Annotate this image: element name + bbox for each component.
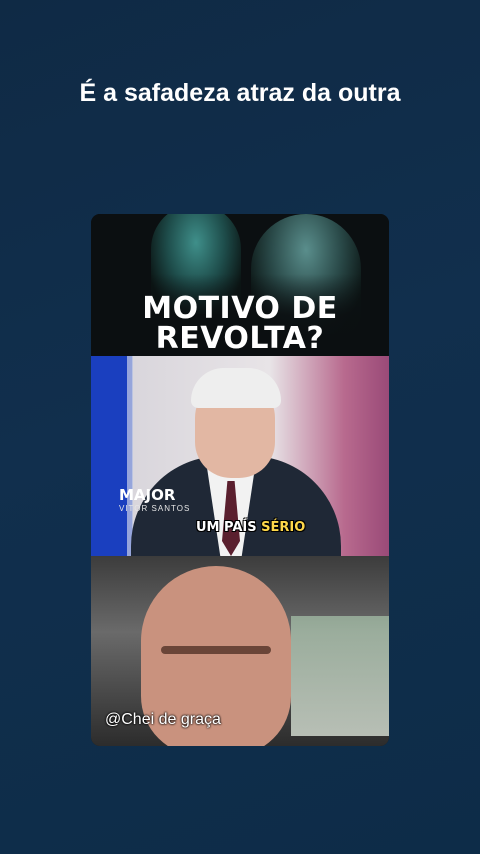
post-caption: É a safadeza atraz da outra <box>79 79 401 107</box>
subtitle-highlight: SÉRIO <box>261 520 306 535</box>
video-panel-top: MOTIVO DE REVOLTA? <box>91 214 389 356</box>
video-panel-bottom: @Chei de graça <box>91 556 389 746</box>
video-subtitle: UM PAÍS SÉRIO <box>196 520 305 535</box>
headline-line-2: REVOLTA? <box>155 321 325 356</box>
presenter-hair <box>191 368 281 408</box>
car-window <box>291 616 389 736</box>
video-thumbnail[interactable]: MOTIVO DE REVOLTA? MAJOR VITOR SANTOS UM… <box>91 214 389 746</box>
creator-watermark: @Chei de graça <box>105 711 221 728</box>
headline-line-1: MOTIVO DE <box>142 291 338 326</box>
subtitle-prefix: UM PAÍS <box>196 520 262 535</box>
speaker-brow <box>161 646 271 654</box>
channel-brand: MAJOR <box>119 486 176 504</box>
video-headline: MOTIVO DE REVOLTA? <box>91 294 389 354</box>
video-panel-middle: MAJOR VITOR SANTOS UM PAÍS SÉRIO <box>91 356 389 556</box>
channel-brand-sub: VITOR SANTOS <box>119 504 191 513</box>
